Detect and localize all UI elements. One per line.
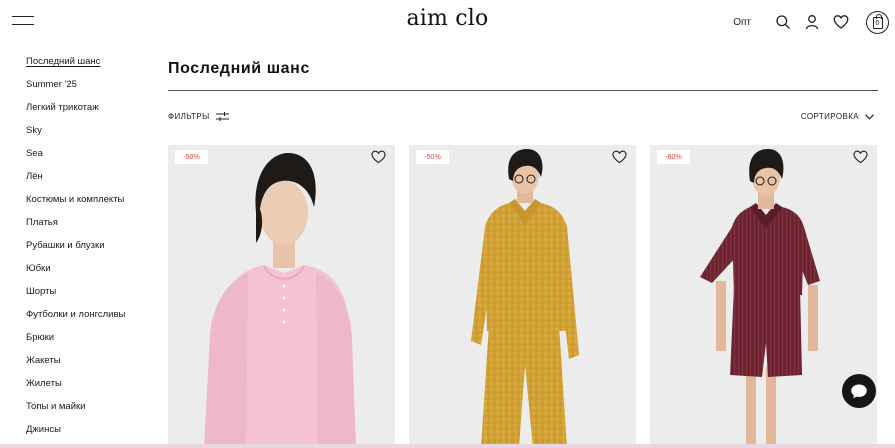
discount-badge: -60% (657, 150, 690, 164)
sidebar-item-sky[interactable]: Sky (26, 125, 156, 148)
sidebar-item-vests[interactable]: Жилеты (26, 378, 156, 401)
product-image (471, 149, 579, 448)
product-image (204, 153, 356, 448)
wishlist-icon[interactable] (833, 14, 849, 30)
wholesale-link[interactable]: Опт (733, 17, 751, 28)
sidebar-item-tshirts-longsleeves[interactable]: Футболки и лонгсливы (26, 309, 156, 332)
add-to-wishlist-icon[interactable] (371, 150, 386, 164)
filters-button[interactable]: ФИЛЬТРЫ (168, 112, 229, 121)
chat-widget-button[interactable] (842, 374, 876, 408)
header-actions: Опт 0 (733, 10, 889, 34)
sidebar-item-tops-tanks[interactable]: Топы и майки (26, 401, 156, 424)
sidebar-item-skirts[interactable]: Юбки (26, 263, 156, 286)
cart-button[interactable]: 0 (866, 10, 889, 34)
chevron-down-icon (865, 113, 874, 120)
sidebar-item-jackets[interactable]: Жакеты (26, 355, 156, 378)
discount-badge: -50% (416, 150, 449, 164)
page-title: Последний шанс (168, 60, 310, 77)
product-image (700, 149, 820, 448)
shopping-bag-icon: 0 (872, 14, 883, 29)
logo-link[interactable]: aim clo (406, 6, 488, 31)
sidebar-item-shorts[interactable]: Шорты (26, 286, 156, 309)
filters-label: ФИЛЬТРЫ (168, 112, 210, 121)
product-card[interactable]: -50% (409, 145, 636, 448)
sidebar-item-sea[interactable]: Sea (26, 148, 156, 171)
sidebar-item-trousers[interactable]: Брюки (26, 332, 156, 355)
cart-count: 0 (875, 19, 880, 27)
product-card[interactable]: -50% (168, 145, 395, 448)
sidebar-item-light-knit[interactable]: Легкий трикотаж (26, 102, 156, 125)
account-icon[interactable] (804, 14, 820, 30)
search-icon[interactable] (775, 14, 791, 30)
sidebar-item-last-chance[interactable]: Последний шанс (26, 56, 156, 79)
add-to-wishlist-icon[interactable] (612, 150, 627, 164)
bottom-accent-bar (0, 444, 895, 448)
sort-button[interactable]: СОРТИРОВКА (801, 112, 874, 121)
sidebar-item-suits-sets[interactable]: Костюмы и комплекты (26, 194, 156, 217)
product-card[interactable]: -60% (650, 145, 877, 448)
discount-badge: -50% (175, 150, 208, 164)
sliders-icon (215, 112, 229, 121)
sidebar-item-dresses[interactable]: Платья (26, 217, 156, 240)
category-sidebar: Последний шанс Summer '25 Легкий трикота… (26, 56, 156, 447)
title-divider (168, 90, 878, 91)
sort-label: СОРТИРОВКА (800, 112, 859, 121)
add-to-wishlist-icon[interactable] (853, 150, 868, 164)
sidebar-item-summer-25[interactable]: Summer '25 (26, 79, 156, 102)
site-header: aim clo Опт 0 (0, 0, 895, 44)
chat-bubble-icon (851, 384, 867, 399)
sidebar-item-linen[interactable]: Лён (26, 171, 156, 194)
sidebar-item-shirts-blouses[interactable]: Рубашки и блузки (26, 240, 156, 263)
